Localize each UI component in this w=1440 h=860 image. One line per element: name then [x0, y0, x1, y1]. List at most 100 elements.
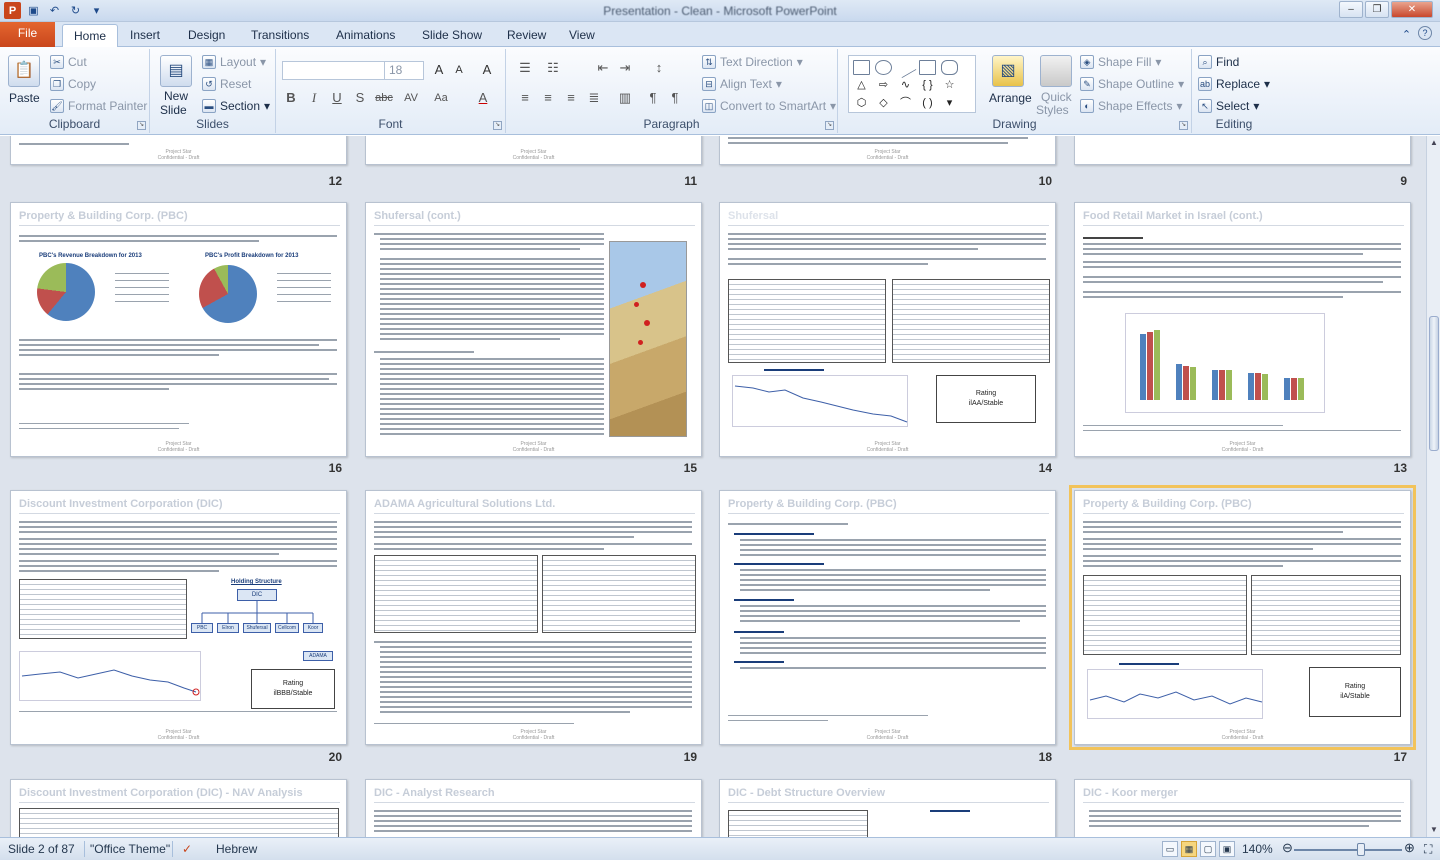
slide-sorter-view-icon[interactable]: ▦: [1181, 841, 1197, 857]
shape-rounded-rect-icon[interactable]: [941, 60, 958, 75]
slide-thumbnail-10[interactable]: Project Star Confidential - Draft: [719, 136, 1056, 165]
layout-button[interactable]: ▦ Layout ▾: [202, 55, 266, 69]
find-button[interactable]: ⌕ Find: [1198, 55, 1239, 69]
copy-button[interactable]: ❐ Copy: [50, 77, 96, 91]
powerpoint-icon[interactable]: P: [4, 2, 21, 19]
font-size-combo[interactable]: 18: [384, 61, 424, 80]
align-left-icon[interactable]: ≡: [516, 89, 534, 107]
normal-view-icon[interactable]: ▭: [1162, 841, 1178, 857]
increase-indent-icon[interactable]: ⇥: [616, 59, 634, 77]
shrink-font-button[interactable]: A: [450, 61, 468, 79]
tab-design[interactable]: Design: [177, 24, 236, 47]
paste-icon[interactable]: 📋: [8, 55, 40, 87]
text-direction-button[interactable]: ⇅ Text Direction ▾: [702, 55, 803, 69]
section-button[interactable]: ▬ Section ▾: [202, 99, 270, 113]
scrollbar-thumb[interactable]: [1429, 316, 1439, 451]
slide-thumbnail-22[interactable]: DIC - Debt Structure Overview: [719, 779, 1056, 837]
new-slide-icon[interactable]: ▤: [160, 55, 192, 87]
change-case-button[interactable]: Aa: [430, 89, 452, 107]
italic-button[interactable]: I: [305, 89, 323, 107]
slide-thumbnail-17[interactable]: Property & Building Corp. (PBC) Rating i…: [1069, 485, 1416, 750]
justify-icon[interactable]: ≣: [585, 89, 603, 107]
new-slide-label[interactable]: New: [164, 89, 188, 103]
shape-brace-icon[interactable]: { }: [919, 78, 936, 93]
slide-thumbnail-16[interactable]: Property & Building Corp. (PBC) PBC's Re…: [10, 202, 347, 457]
customize-qat-icon[interactable]: ▾: [88, 2, 105, 19]
slide-thumbnail-9[interactable]: [1074, 136, 1411, 165]
zoom-slider[interactable]: [1294, 849, 1402, 851]
slide-thumbnail-14[interactable]: Shufersal Rating ilAA/Stable Project Sta…: [719, 202, 1056, 457]
fit-slide-icon[interactable]: ⛶: [1424, 842, 1432, 857]
language-status[interactable]: Hebrew: [216, 842, 257, 856]
quick-styles-label-2[interactable]: Styles: [1036, 103, 1069, 117]
align-center-icon[interactable]: ≡: [539, 89, 557, 107]
minimize-button[interactable]: –: [1339, 1, 1363, 18]
slide-thumbnail-15[interactable]: Shufersal (cont.) Project Star Confident…: [365, 202, 702, 457]
quick-styles-icon[interactable]: [1040, 55, 1072, 87]
tab-transitions[interactable]: Transitions: [240, 24, 320, 47]
theme-status[interactable]: "Office Theme": [90, 842, 170, 856]
tab-animations[interactable]: Animations: [325, 24, 406, 47]
arrange-button[interactable]: Arrange: [989, 91, 1032, 105]
cut-button[interactable]: ✂ Cut: [50, 55, 87, 69]
shape-more-icon[interactable]: ▾: [941, 96, 958, 111]
zoom-out-icon[interactable]: ⊖: [1282, 840, 1293, 856]
decrease-indent-icon[interactable]: ⇤: [594, 59, 612, 77]
close-button[interactable]: ✕: [1391, 1, 1433, 18]
shape-callout-icon[interactable]: ⌒: [897, 96, 914, 111]
shape-bracket-icon[interactable]: ( ): [919, 96, 936, 111]
align-text-button[interactable]: ⊟ Align Text ▾: [702, 77, 782, 91]
undo-icon[interactable]: ↶: [46, 2, 63, 19]
arrange-icon[interactable]: ▧: [992, 55, 1024, 87]
font-name-combo[interactable]: [282, 61, 386, 80]
align-right-icon[interactable]: ≡: [562, 89, 580, 107]
shape-triangle-icon[interactable]: △: [853, 78, 870, 93]
shape-outline-button[interactable]: ✎ Shape Outline ▾: [1080, 77, 1184, 91]
shapes-gallery[interactable]: △ ⇨ ∿ { } ☆ ⬡ ◇ ⌒ ( ) ▾: [848, 55, 976, 113]
shape-diamond-icon[interactable]: ◇: [875, 96, 892, 111]
slide-thumbnail-11[interactable]: Project Star Confidential - Draft: [365, 136, 702, 165]
select-button[interactable]: ↖ Select ▾: [1198, 99, 1259, 113]
scroll-down-icon[interactable]: ▼: [1427, 823, 1440, 837]
columns-icon[interactable]: ▥: [616, 89, 634, 107]
shape-rectangle-icon[interactable]: [853, 60, 870, 75]
shape-oval-icon[interactable]: [875, 60, 892, 75]
font-color-button[interactable]: A: [474, 89, 492, 107]
paste-button[interactable]: Paste: [9, 91, 40, 105]
zoom-slider-knob[interactable]: [1356, 843, 1365, 856]
new-slide-label-2[interactable]: Slide: [160, 103, 187, 117]
slide-thumbnail-19[interactable]: ADAMA Agricultural Solutions Ltd. Projec…: [365, 490, 702, 745]
zoom-in-icon[interactable]: ⊕: [1404, 840, 1415, 856]
shape-fill-button[interactable]: ◈ Shape Fill ▾: [1080, 55, 1161, 69]
slide-thumbnail-12[interactable]: Project Star Confidential - Draft: [10, 136, 347, 165]
slide-sorter-pane[interactable]: Project Star Confidential - Draft Project…: [0, 136, 1426, 837]
maximize-button[interactable]: ❐: [1365, 1, 1389, 18]
paragraph-dialog-launcher[interactable]: ↘: [825, 121, 834, 130]
vertical-scrollbar[interactable]: ▲ ▼: [1426, 136, 1440, 837]
shape-effects-button[interactable]: ◐ Shape Effects ▾: [1080, 99, 1183, 113]
tab-slide-show[interactable]: Slide Show: [411, 24, 493, 47]
numbering-icon[interactable]: ☷: [544, 59, 562, 77]
rtl-icon[interactable]: ¶: [666, 89, 684, 107]
clipboard-dialog-launcher[interactable]: ↘: [137, 121, 146, 130]
reset-button[interactable]: ↺ Reset: [202, 77, 251, 91]
shape-star-icon[interactable]: ☆: [941, 78, 958, 93]
clear-formatting-button[interactable]: A: [478, 61, 496, 79]
slide-show-view-icon[interactable]: ▣: [1219, 841, 1235, 857]
redo-icon[interactable]: ↻: [67, 2, 84, 19]
strikethrough-button[interactable]: abc: [373, 89, 395, 107]
character-spacing-button[interactable]: AV: [400, 89, 422, 107]
drawing-dialog-launcher[interactable]: ↘: [1179, 121, 1188, 130]
slide-thumbnail-21[interactable]: DIC - Koor merger: [1074, 779, 1411, 837]
shape-hexagon-icon[interactable]: ⬡: [853, 96, 870, 111]
slide-thumbnail-18[interactable]: Property & Building Corp. (PBC) Project …: [719, 490, 1056, 745]
line-spacing-icon[interactable]: ↕: [650, 59, 668, 77]
quick-styles-label[interactable]: Quick: [1041, 90, 1072, 104]
format-painter-button[interactable]: 🖌 Format Painter: [50, 99, 147, 113]
tab-review[interactable]: Review: [496, 24, 557, 47]
bold-button[interactable]: B: [282, 89, 300, 107]
tab-home[interactable]: Home: [62, 24, 119, 47]
shape-square-icon[interactable]: [919, 60, 936, 75]
slide-thumbnail-13[interactable]: Food Retail Market in Israel (cont.) Pro…: [1074, 202, 1411, 457]
bullets-icon[interactable]: ☰: [516, 59, 534, 77]
